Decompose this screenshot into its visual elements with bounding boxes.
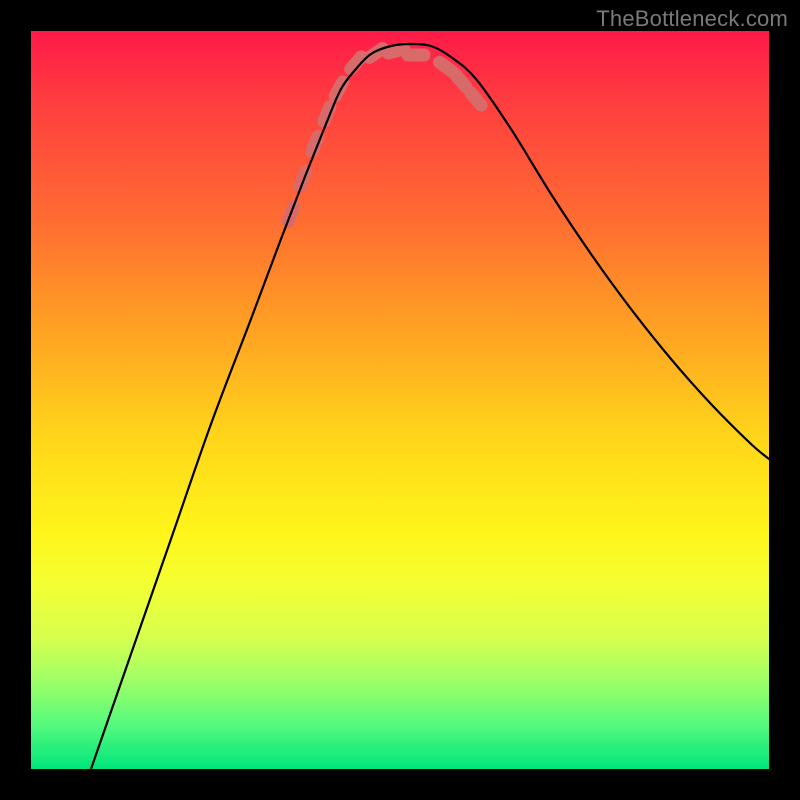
plot-area: [31, 31, 769, 769]
chart-frame: TheBottleneck.com: [0, 0, 800, 800]
curve-marker: [471, 93, 481, 105]
marker-layer: [288, 49, 481, 222]
curve-marker: [440, 62, 453, 71]
curve-marker: [351, 57, 361, 69]
bottleneck-curve: [91, 44, 769, 769]
curve-marker: [388, 49, 404, 53]
chart-svg: [31, 31, 769, 769]
curve-marker: [456, 75, 466, 87]
watermark-text: TheBottleneck.com: [596, 6, 788, 32]
